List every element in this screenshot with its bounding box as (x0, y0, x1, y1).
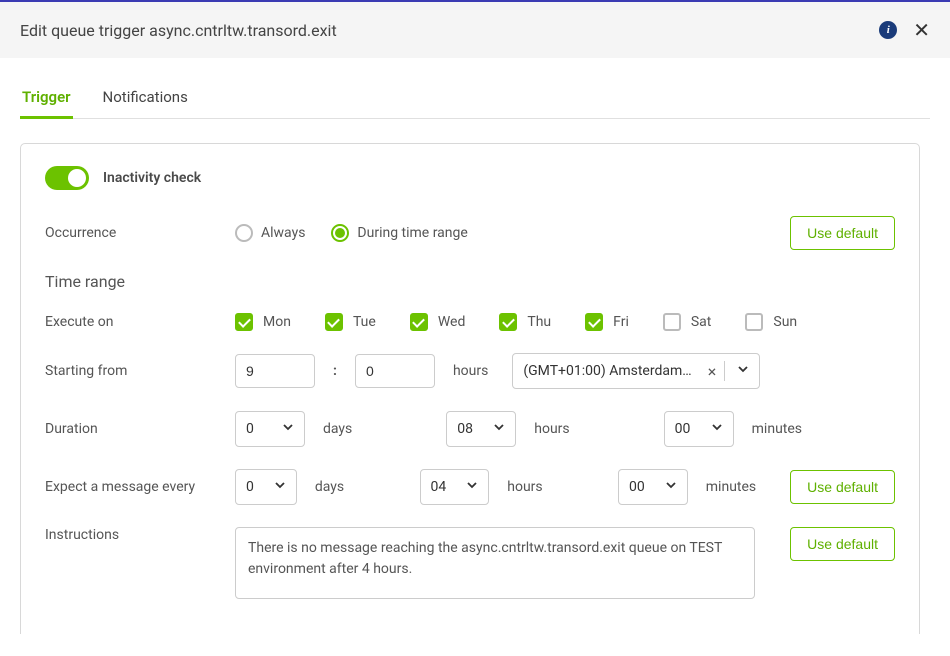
duration-row: Duration 0 days 08 hours 00 minutes (45, 411, 895, 447)
expect-label: Expect a message every (45, 479, 225, 495)
checkbox-thu[interactable] (499, 313, 517, 331)
day-sun-option[interactable]: Sun (745, 313, 797, 331)
execute-on-row: Execute on Mon Tue Wed Thu Fri Sat Sun (45, 313, 895, 331)
close-icon[interactable]: ✕ (913, 20, 930, 40)
expect-days-unit: days (315, 479, 344, 495)
time-range-title: Time range (45, 272, 895, 291)
expect-row: Expect a message every 0 days 04 hours 0… (45, 469, 895, 505)
tab-notifications[interactable]: Notifications (101, 78, 190, 118)
dialog-header: Edit queue trigger async.cntrltw.transor… (0, 0, 950, 58)
checkbox-sun[interactable] (745, 313, 763, 331)
duration-hours-unit: hours (534, 421, 569, 437)
duration-label: Duration (45, 421, 225, 437)
instructions-row: Instructions There is no message reachin… (45, 527, 895, 599)
occurrence-row: Occurrence Always During time range Use … (45, 216, 895, 250)
instructions-textarea[interactable]: There is no message reaching the async.c… (235, 527, 755, 599)
chevron-down-icon (272, 421, 304, 437)
day-mon-option[interactable]: Mon (235, 313, 291, 331)
day-thu-option[interactable]: Thu (499, 313, 551, 331)
time-separator: : (333, 363, 337, 379)
expect-days-select[interactable]: 0 (235, 469, 297, 505)
expect-minutes-value: 00 (619, 479, 655, 495)
checkbox-sat[interactable] (663, 313, 681, 331)
chevron-down-icon (701, 421, 733, 437)
timezone-clear-icon[interactable]: × (702, 362, 723, 381)
day-wed-label: Wed (438, 314, 466, 330)
chevron-down-icon[interactable] (727, 363, 759, 379)
timezone-divider (724, 361, 725, 381)
expect-minutes-select[interactable]: 00 (618, 469, 688, 505)
radio-during[interactable] (331, 224, 349, 242)
instructions-label: Instructions (45, 527, 225, 543)
dialog-body: Trigger Notifications Inactivity check O… (0, 58, 950, 654)
expect-hours-unit: hours (507, 479, 542, 495)
start-minute-input[interactable] (355, 354, 435, 388)
checkbox-mon[interactable] (235, 313, 253, 331)
duration-minutes-value: 00 (665, 421, 701, 437)
day-sat-option[interactable]: Sat (663, 313, 712, 331)
execute-on-label: Execute on (45, 314, 225, 330)
chevron-down-icon (456, 479, 488, 495)
use-default-occurrence-button[interactable]: Use default (790, 216, 895, 250)
duration-days-select[interactable]: 0 (235, 411, 305, 447)
duration-hours-select[interactable]: 08 (446, 411, 516, 447)
scroll-area[interactable]: Inactivity check Occurrence Always Durin… (20, 143, 930, 634)
expect-hours-value: 04 (421, 479, 457, 495)
day-sun-label: Sun (773, 314, 797, 330)
inactivity-switch-row: Inactivity check (45, 166, 895, 190)
day-fri-option[interactable]: Fri (585, 313, 629, 331)
use-default-instructions-button[interactable]: Use default (790, 527, 895, 561)
day-sat-label: Sat (691, 314, 712, 330)
occurrence-always-option[interactable]: Always (235, 224, 305, 242)
day-mon-label: Mon (263, 314, 291, 330)
chevron-down-icon (483, 421, 515, 437)
occurrence-during-option[interactable]: During time range (331, 224, 467, 242)
duration-minutes-select[interactable]: 00 (664, 411, 734, 447)
trigger-panel: Inactivity check Occurrence Always Durin… (20, 143, 920, 634)
info-icon[interactable]: i (879, 21, 897, 39)
checkbox-wed[interactable] (410, 313, 428, 331)
dialog-title: Edit queue trigger async.cntrltw.transor… (20, 21, 337, 40)
tab-bar: Trigger Notifications (20, 78, 930, 119)
duration-minutes-unit: minutes (752, 421, 802, 437)
timezone-value: (GMT+01:00) Amsterdam/… (513, 363, 701, 379)
duration-days-value: 0 (236, 421, 264, 437)
starting-from-label: Starting from (45, 363, 225, 379)
inactivity-label: Inactivity check (103, 170, 201, 186)
radio-during-label: During time range (357, 225, 467, 241)
expect-days-value: 0 (236, 479, 264, 495)
expect-hours-select[interactable]: 04 (420, 469, 490, 505)
use-default-expect-button[interactable]: Use default (790, 470, 895, 504)
day-tue-option[interactable]: Tue (325, 313, 376, 331)
day-fri-label: Fri (613, 314, 629, 330)
start-hours-unit: hours (453, 363, 488, 379)
header-icons: i ✕ (879, 20, 930, 40)
inactivity-toggle[interactable] (45, 166, 89, 190)
duration-hours-value: 08 (447, 421, 483, 437)
checkbox-fri[interactable] (585, 313, 603, 331)
expect-minutes-unit: minutes (706, 479, 756, 495)
chevron-down-icon (655, 479, 687, 495)
day-tue-label: Tue (353, 314, 376, 330)
start-hour-input[interactable] (235, 354, 315, 388)
chevron-down-icon (264, 479, 296, 495)
checkbox-tue[interactable] (325, 313, 343, 331)
starting-from-row: Starting from : hours (GMT+01:00) Amster… (45, 353, 895, 389)
day-wed-option[interactable]: Wed (410, 313, 466, 331)
radio-always-label: Always (261, 225, 305, 241)
radio-always[interactable] (235, 224, 253, 242)
day-thu-label: Thu (527, 314, 551, 330)
timezone-select[interactable]: (GMT+01:00) Amsterdam/… × (512, 353, 760, 389)
duration-days-unit: days (323, 421, 352, 437)
tab-trigger[interactable]: Trigger (20, 78, 73, 118)
occurrence-label: Occurrence (45, 225, 225, 241)
